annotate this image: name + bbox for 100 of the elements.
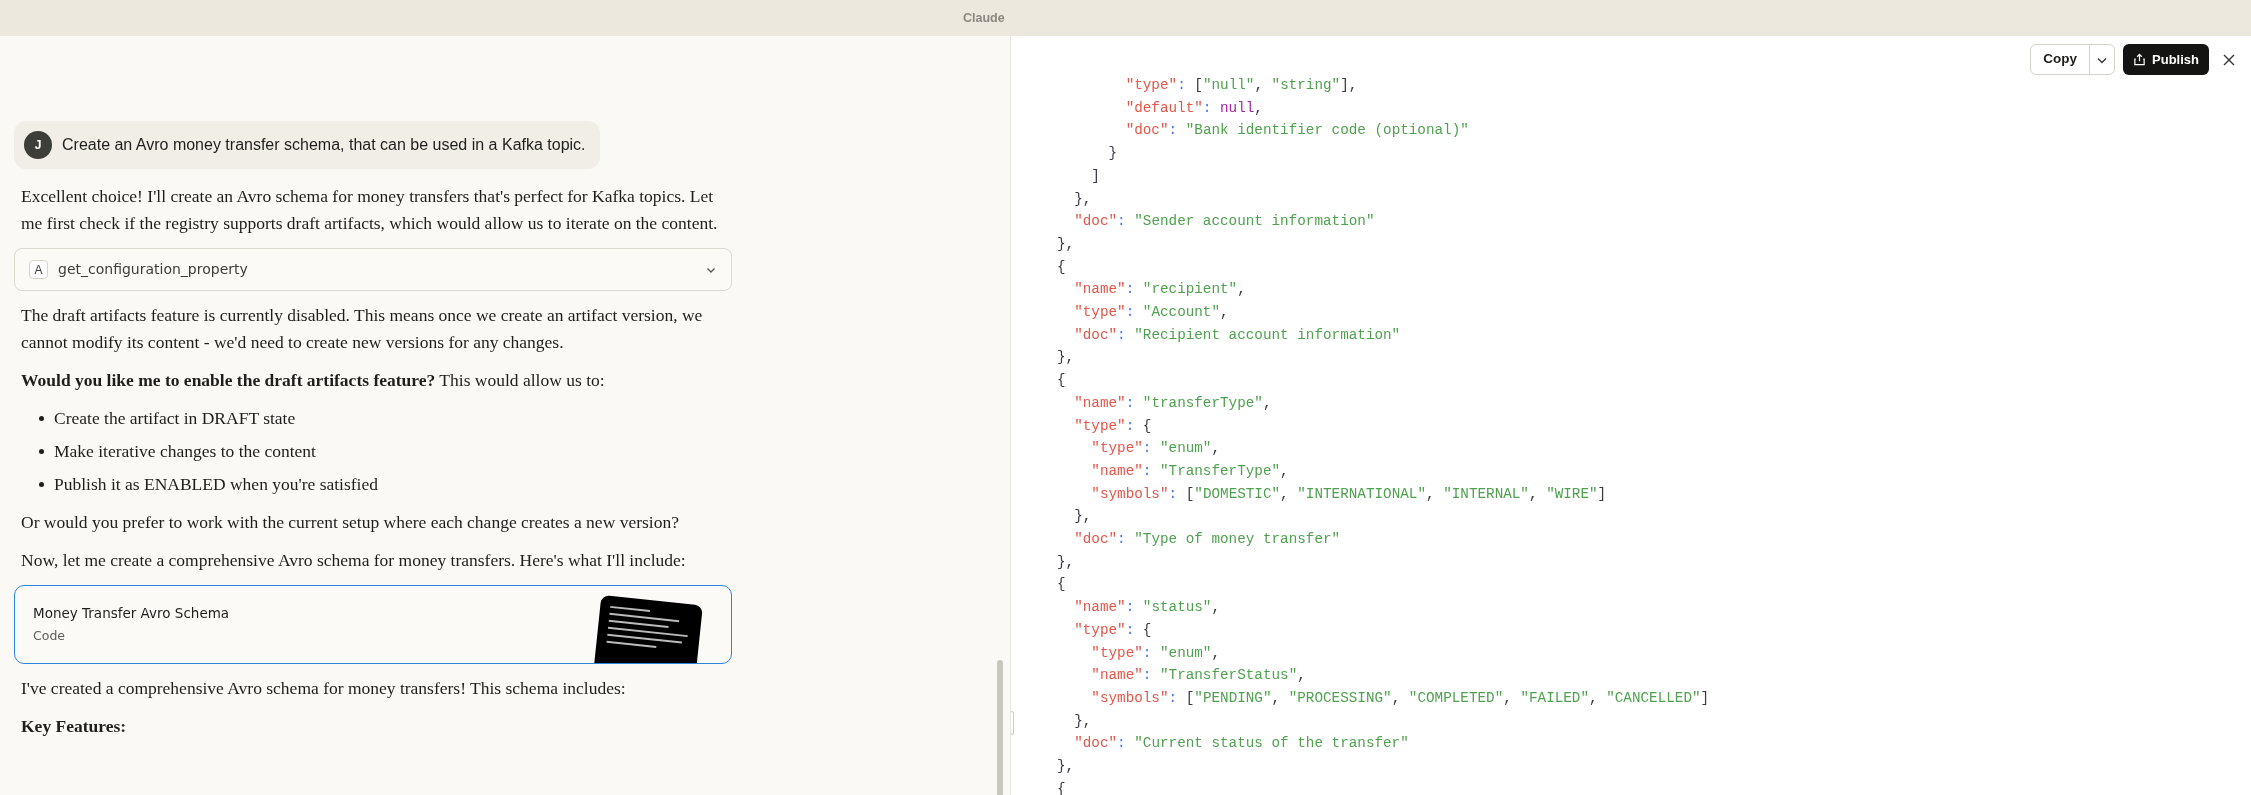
code-key: "symbols" [1057, 485, 1169, 502]
code-colon: : [1177, 77, 1187, 93]
publish-button[interactable]: Publish [2123, 44, 2209, 75]
code-colon: : [1142, 667, 1153, 684]
code-string: "recipient" [1142, 281, 1238, 298]
code-string: "FAILED" [1520, 690, 1590, 706]
code-string: "INTERNATIONAL" [1297, 485, 1426, 502]
code-punctuation: { [1057, 372, 1066, 389]
code-string: "CANCELLED" [1606, 690, 1701, 706]
code-string: "WIRE" [1546, 485, 1598, 502]
bullet-icon [39, 482, 44, 487]
code-null: null [1220, 99, 1255, 116]
code-key: "name" [1057, 394, 1126, 411]
code-punctuation: { [1057, 258, 1066, 275]
code-key: "symbols" [1057, 690, 1169, 706]
copy-button[interactable]: Copy [2031, 45, 2091, 74]
code-string: "string" [1271, 77, 1341, 93]
code-punctuation: , [1211, 644, 1221, 661]
code-key: "type" [1057, 440, 1143, 457]
code-key: "doc" [1057, 326, 1118, 343]
code-key: "type" [1057, 417, 1126, 434]
code-punctuation: [ [1185, 690, 1195, 706]
code-punctuation: } [1107, 145, 1118, 162]
code-colon: : [1117, 531, 1127, 548]
user-avatar: J [24, 131, 52, 159]
code-key: "type" [1057, 621, 1126, 638]
code-punctuation: , [1254, 77, 1264, 93]
code-punctuation: [ [1185, 485, 1195, 502]
code-punctuation: , [1271, 690, 1282, 706]
code-string: "Bank identifier code (optional)" [1185, 122, 1469, 139]
code-punctuation: }, [1057, 553, 1075, 570]
code-colon: : [1125, 394, 1136, 411]
code-string: "Sender account information" [1134, 213, 1375, 230]
list-item-text: Make iterative changes to the content [54, 440, 316, 463]
message-paragraph: I've created a comprehensive Avro schema for money transfers! This schema includes: [20, 677, 627, 700]
message-paragraph: Now, let me create a comprehensive Avro schema for money transfers. Here's what I'll include: [20, 549, 687, 572]
code-string: "INTERNAL" [1443, 485, 1529, 502]
list-item-text: Publish it as ENABLED when you're satisfied [54, 473, 378, 496]
message-paragraph: The draft artifacts feature is currently disabled. This means once we create an artifact version, we cannot modify its content - we'd need to create new versions for any changes. [20, 304, 704, 354]
artifact-card[interactable]: Money Transfer Avro Schema Code [14, 585, 732, 664]
message-paragraph: Excellent choice! I'll create an Avro schema for money transfers that's perfect for Kafka topics. Let me first check if the registry supports draft artifacts, which would allow us to iterate on the content. [20, 185, 719, 235]
message-paragraph: Would you like me to enable the draft artifacts feature? This would allow us to: [20, 369, 606, 392]
tool-call-row[interactable]: A get_configuration_property [14, 248, 732, 291]
code-key: "name" [1057, 599, 1126, 616]
list-item-text: Create the artifact in DRAFT state [54, 407, 296, 430]
code-string: "transferType" [1142, 394, 1263, 411]
code-string: "Account" [1142, 304, 1221, 321]
code-string: "COMPLETED" [1408, 690, 1504, 706]
code-punctuation: , [1426, 485, 1436, 502]
code-string: "DOMESTIC" [1194, 485, 1281, 502]
code-key: "type" [1057, 304, 1126, 321]
artifact-title: Money Transfer Avro Schema [33, 604, 231, 623]
code-string: "Current status of the transfer" [1134, 735, 1409, 752]
code-string: "TransferType" [1159, 462, 1281, 479]
artifact-type: Code [33, 627, 66, 646]
window-title: Claude [963, 9, 1005, 27]
code-key: "doc" [1057, 531, 1118, 548]
code-string: "status" [1142, 599, 1212, 616]
code-colon: : [1117, 735, 1127, 752]
code-punctuation: , [1297, 667, 1306, 684]
code-string: "Type of money transfer" [1134, 531, 1341, 548]
code-punctuation: , [1262, 394, 1272, 411]
resize-handle[interactable] [1011, 711, 1014, 735]
close-icon [2222, 52, 2236, 67]
code-colon: : [1168, 690, 1179, 706]
code-punctuation: { [1057, 780, 1066, 795]
code-colon: : [1168, 122, 1179, 139]
code-punctuation: [ [1194, 77, 1203, 93]
bullet-icon [39, 449, 44, 454]
code-colon: : [1125, 621, 1136, 638]
code-punctuation: }, [1057, 349, 1075, 366]
code-colon: : [1142, 462, 1153, 479]
code-punctuation: , [1280, 485, 1290, 502]
code-punctuation: ] [1090, 167, 1100, 184]
code-key: "doc" [1057, 735, 1118, 752]
code-key: "name" [1057, 462, 1143, 479]
code-punctuation: , [1503, 690, 1513, 706]
code-colon: : [1142, 440, 1153, 457]
code-punctuation: , [1211, 599, 1221, 616]
code-colon: : [1125, 599, 1136, 616]
code-string: "null" [1202, 77, 1255, 93]
code-colon: : [1125, 281, 1136, 298]
code-key: "name" [1057, 667, 1143, 684]
code-punctuation: { [1057, 576, 1066, 593]
code-key: "doc" [1057, 213, 1118, 230]
code-key: "name" [1057, 281, 1126, 298]
code-punctuation: , [1391, 690, 1402, 706]
code-colon: : [1168, 485, 1179, 502]
code-string: "PROCESSING" [1288, 690, 1392, 706]
code-string: "enum" [1159, 644, 1212, 661]
code-string: "PENDING" [1194, 690, 1272, 706]
code-punctuation: }, [1073, 508, 1092, 525]
code-colon: : [1142, 644, 1153, 661]
section-heading: Key Features: [20, 715, 128, 738]
code-punctuation: , [1280, 462, 1289, 479]
tool-badge: A [29, 260, 48, 279]
code-colon: : [1117, 213, 1127, 230]
code-string: "TransferStatus" [1159, 667, 1298, 684]
code-key: "default" [1057, 99, 1203, 116]
code-colon: : [1117, 326, 1127, 343]
